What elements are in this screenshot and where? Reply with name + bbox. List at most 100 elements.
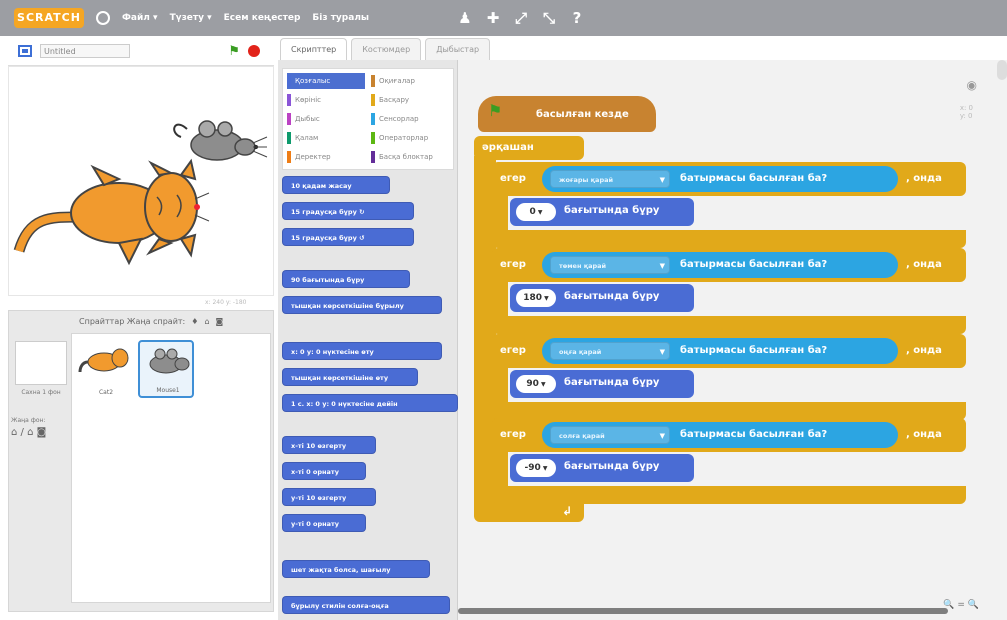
chevron-down-icon: ▼ — [537, 209, 543, 216]
point-in-direction-block[interactable]: 180 ▼ бағытында бұру — [510, 284, 694, 312]
menu-about[interactable]: Біз туралы — [312, 13, 369, 23]
tab-scripts[interactable]: Скрипттер — [280, 38, 348, 60]
category-label: Дыбыс — [295, 115, 320, 123]
palette-block[interactable]: x-ті 0 орнату — [282, 462, 366, 480]
language-globe-icon[interactable] — [96, 11, 110, 25]
point-in-direction-block[interactable]: -90 ▼ бағытында бұру — [510, 454, 694, 482]
delete-icon[interactable]: ✚ — [483, 8, 503, 28]
menu-file[interactable]: Файл ▾ — [122, 13, 158, 23]
point-in-direction-block[interactable]: 90 ▼ бағытында бұру — [510, 370, 694, 398]
stop-icon[interactable] — [248, 45, 260, 57]
category-7[interactable]: Басқару — [371, 92, 449, 108]
sprite-thumb-cat[interactable]: Cat2 — [78, 340, 134, 398]
condition-label: батырмасы басылған ба? — [680, 173, 828, 184]
new-backdrop-label: Жаңа фон: — [11, 417, 46, 424]
palette-block[interactable]: 1 с. x: 0 y: 0 нүктесіне дейін — [282, 394, 458, 412]
category-1[interactable]: Қозғалыс — [287, 73, 365, 89]
stage-canvas[interactable] — [8, 66, 274, 296]
key-selector[interactable]: жоғары қарай ▼ — [550, 170, 670, 188]
tab-sounds[interactable]: Дыбыстар — [425, 38, 491, 60]
key-pressed-condition[interactable]: төмен қарай ▼ батырмасы басылған ба? — [542, 252, 898, 278]
when-flag-clicked-block[interactable]: ⚑ басылған кезде — [478, 96, 656, 132]
vertical-scrollbar[interactable] — [997, 60, 1007, 80]
then-label: , онда — [906, 173, 942, 184]
if-footer — [492, 230, 966, 248]
category-3[interactable]: Дыбыс — [287, 111, 365, 127]
zoom-reset-icon[interactable]: = — [957, 600, 965, 610]
backdrop-upload-icon[interactable]: ⌂ — [27, 427, 33, 438]
palette-block[interactable]: x-ті 10 өзгерту — [282, 436, 376, 454]
if-block[interactable]: егер төмен қарай ▼ батырмасы басылған ба? , … — [492, 248, 966, 282]
key-selector[interactable]: солға қарай ▼ — [550, 426, 670, 444]
key-name: төмен қарай — [559, 262, 607, 270]
direction-value[interactable]: -90 ▼ — [516, 459, 556, 477]
backdrop-camera-icon[interactable]: ◙ — [37, 427, 47, 438]
project-title-field[interactable]: Untitled — [40, 43, 130, 58]
key-pressed-condition[interactable]: оңға қарай ▼ батырмасы басылған ба? — [542, 338, 898, 364]
key-name: солға қарай — [559, 432, 605, 440]
direction-value[interactable]: 180 ▼ — [516, 289, 556, 307]
mouse-sprite[interactable] — [173, 120, 268, 161]
condition-label: батырмасы басылған ба? — [680, 345, 828, 356]
category-8[interactable]: Сенсорлар — [371, 111, 449, 127]
palette-block[interactable]: шет жақта болса, шағылу — [282, 560, 430, 578]
category-5[interactable]: Деректер — [287, 149, 365, 165]
tab-costumes[interactable]: Костюмдер — [351, 38, 422, 60]
cursor-tools: ♟ ✚ ⤢ ⤡ ? — [455, 8, 587, 28]
palette-block[interactable]: бұрылу стилін солға-оңға — [282, 596, 450, 614]
palette-block[interactable]: 15 градусқа бұру ↻ — [282, 202, 414, 220]
library-sprite-icon[interactable]: ⌂ — [204, 317, 209, 326]
key-name: жоғары қарай — [559, 176, 614, 184]
if-block[interactable]: егер жоғары қарай ▼ батырмасы басылған ба?,… — [492, 162, 966, 196]
stage-thumbnail[interactable] — [15, 341, 67, 385]
direction-value[interactable]: 0 ▼ — [516, 203, 556, 221]
key-selector[interactable]: оңға қарай ▼ — [550, 342, 670, 360]
sprite-thumb-mouse[interactable]: Mouse1 — [138, 340, 194, 398]
point-label: бағытында бұру — [564, 461, 660, 472]
category-9[interactable]: Операторлар — [371, 130, 449, 146]
if-block[interactable]: егер оңға қарай ▼ батырмасы басылған ба? , о… — [492, 334, 966, 368]
direction-value[interactable]: 90 ▼ — [516, 375, 556, 393]
palette-block[interactable]: 90 бағытында бұру — [282, 270, 410, 288]
duplicate-icon[interactable]: ♟ — [455, 8, 475, 28]
category-color-swatch — [287, 151, 291, 163]
palette-block[interactable]: y-ті 10 өзгерту — [282, 488, 376, 506]
key-pressed-condition[interactable]: жоғары қарай ▼ батырмасы басылған ба? — [542, 166, 898, 192]
category-2[interactable]: Көрініс — [287, 92, 365, 108]
palette-block[interactable]: тышқан көрсеткішіне бұрылу — [282, 296, 442, 314]
fullscreen-icon[interactable] — [18, 44, 32, 57]
category-label: Басқару — [379, 96, 410, 104]
menu-edit[interactable]: Түзету ▾ — [170, 13, 212, 23]
backdrop-library-icon[interactable]: ⌂ — [11, 427, 17, 438]
category-label: Қозғалыс — [295, 77, 331, 85]
sprite-position-readout: x: 0 y: 0 — [959, 104, 973, 120]
palette-block[interactable]: 15 градусқа бұру ↺ — [282, 228, 414, 246]
scratch-logo[interactable]: SCRATCH — [14, 8, 84, 28]
key-pressed-condition[interactable]: солға қарай ▼ батырмасы басылған ба? — [542, 422, 898, 448]
paint-new-sprite-icon[interactable]: ♦ — [191, 317, 198, 326]
if-block[interactable]: егер солға қарай ▼ батырмасы басылған ба? , … — [492, 418, 966, 452]
green-flag-icon[interactable]: ⚑ — [228, 44, 240, 59]
category-label: Операторлар — [379, 134, 429, 142]
backdrop-paint-icon[interactable]: / — [21, 427, 24, 438]
palette-block[interactable]: 10 қадам жасау — [282, 176, 390, 194]
cat-sprite[interactable] — [13, 158, 210, 266]
category-10[interactable]: Басқа блоктар — [371, 149, 449, 165]
shrink-icon[interactable]: ⤡ — [539, 8, 559, 28]
palette-block[interactable]: x: 0 y: 0 нүктесіне өту — [282, 342, 442, 360]
horizontal-scrollbar[interactable] — [458, 608, 948, 614]
camera-icon[interactable]: ◙ — [216, 317, 224, 326]
condition-label: батырмасы басылған ба? — [680, 429, 828, 440]
grow-icon[interactable]: ⤢ — [511, 8, 531, 28]
scripts-area[interactable]: ◉ x: 0 y: 0 ⚑ басылған кезде әрқашан ↲ ег… — [458, 60, 1007, 620]
zoom-in-icon[interactable]: 🔍 — [968, 600, 979, 610]
palette-block[interactable]: тышқан көрсеткішіне өту — [282, 368, 418, 386]
point-in-direction-block[interactable]: 0 ▼ бағытында бұру — [510, 198, 694, 226]
key-selector[interactable]: төмен қарай ▼ — [550, 256, 670, 274]
help-icon[interactable]: ? — [567, 8, 587, 28]
menu-tips[interactable]: Есем кеңестер — [224, 13, 301, 23]
category-6[interactable]: Оқиғалар — [371, 73, 449, 89]
category-label: Оқиғалар — [379, 77, 415, 85]
palette-block[interactable]: y-ті 0 орнату — [282, 514, 366, 532]
category-4[interactable]: Қалам — [287, 130, 365, 146]
